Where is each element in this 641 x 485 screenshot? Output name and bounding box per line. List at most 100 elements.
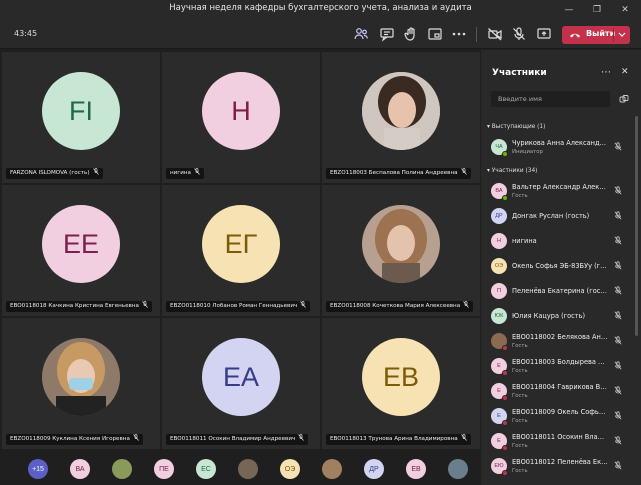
participant-name: Пеленёва Екатерина (гость) [512, 287, 608, 295]
panel-more-icon[interactable]: ⋯ [601, 67, 611, 78]
avatar-photo[interactable] [112, 459, 132, 479]
chat-icon[interactable] [379, 26, 395, 42]
participant-name: EBO0118012 Пеленёва Екат... [512, 458, 608, 466]
search-input[interactable] [491, 91, 610, 107]
participant-name-tag: EBO0118011 Осокин Владимир Андреевич [166, 434, 309, 445]
avatar: П [491, 283, 507, 299]
participant-row[interactable]: Е EBO0118004 Гаврикова Вале... Гость [481, 380, 641, 404]
avatar: ДР [491, 208, 507, 224]
mic-off-icon [614, 386, 622, 395]
participants-header: Участники (34) [491, 168, 538, 174]
avatar[interactable]: ДР [364, 459, 384, 479]
participant-row[interactable]: Н нигина [481, 230, 641, 254]
participant-tile[interactable]: ЕВ EBO0118013 Трунова Арина Владимировна [322, 318, 480, 449]
meeting-timer: 43:45 [14, 29, 38, 38]
participant-row[interactable]: ЕЮ EBO0118012 Пеленёва Екат... Гость [481, 455, 641, 479]
avatar[interactable]: ЕВ [406, 459, 426, 479]
status-dot [502, 345, 508, 351]
more-icon[interactable] [451, 26, 467, 42]
chevron-down-icon[interactable] [618, 32, 626, 38]
participant-tile[interactable]: ЕГ EBZO0118010 Лобанов Роман Геннадьевич [162, 185, 320, 316]
phone-icon [570, 33, 580, 38]
mic-off-icon [614, 336, 622, 345]
mic-off-small-icon [298, 434, 305, 441]
avatar-photo[interactable] [448, 459, 468, 479]
participant-row[interactable]: Е EBO0118003 Болдырева Али... Гость [481, 355, 641, 379]
participant-name: EBO0118003 Болдырева Али... [512, 358, 608, 366]
people-icon[interactable] [353, 26, 369, 42]
participant-role: Инициатор [512, 149, 543, 155]
participant-name: Донгак Руслан (гость) [512, 212, 590, 220]
mic-off-icon [614, 411, 622, 420]
participant-role: Гость [512, 368, 528, 374]
participant-row[interactable]: ОЭ Окель Софья ЭБ-83БУу (гость) [481, 255, 641, 279]
participant-tile[interactable]: ЕЕ EBO0118018 Качкина Кристина Евгеньевн… [2, 185, 160, 316]
video-grid: FI FARZONA ISLOMOVA (гость) Н нигина EBZ… [0, 50, 480, 450]
participant-name: EBO0118011 Осокин Владим... [512, 433, 608, 441]
participant-name: нигина [170, 170, 191, 176]
status-dot [502, 470, 508, 476]
camera-off-icon[interactable] [487, 26, 503, 42]
participant-name: Юлия Кацура (гость) [512, 312, 586, 320]
status-dot [502, 151, 508, 157]
mic-off-icon [614, 236, 622, 245]
participant-name: FARZONA ISLOMOVA (гость) [10, 170, 90, 176]
participant-tile[interactable]: EBZO0118009 Куклина Ксения Игоревна [2, 318, 160, 449]
participant-role: Гость [512, 468, 528, 474]
avatar-photo[interactable] [322, 459, 342, 479]
participant-name-tag: EBZO0118010 Лобанов Роман Геннадьевич [166, 301, 311, 312]
avatar[interactable]: ВА [70, 459, 90, 479]
mic-off-small-icon [460, 168, 467, 175]
leave-button[interactable]: Выйти [562, 26, 630, 44]
avatar-photo[interactable] [238, 459, 258, 479]
participant-row[interactable]: ДР Донгак Руслан (гость) [481, 205, 641, 229]
overflow-count-button[interactable]: +15 [28, 459, 48, 479]
mic-off-icon [614, 286, 622, 295]
participant-tile[interactable]: EBZO0118008 Кочеткова Мария Алексеевна [322, 185, 480, 316]
participant-tile[interactable]: ЕА EBO0118011 Осокин Владимир Андреевич [162, 318, 320, 449]
participant-row[interactable]: Е EBO0118009 Окель Софья А... Гость [481, 405, 641, 429]
avatar[interactable]: ЕС [196, 459, 216, 479]
avatar: Н [491, 233, 507, 249]
participant-name-tag: нигина [166, 168, 204, 179]
participant-tile[interactable]: EBZO118003 Беспалова Полина Андреевна [322, 52, 480, 183]
participant-tile[interactable]: FI FARZONA ISLOMOVA (гость) [2, 52, 160, 183]
participants-section-header[interactable]: ▾ Участники (34) [487, 168, 537, 174]
participant-name-tag: EBO0118013 Трунова Арина Владимировна [326, 434, 471, 445]
participant-row[interactable]: Е EBO0118011 Осокин Владим... Гость [481, 430, 641, 454]
copy-link-icon[interactable] [619, 94, 629, 104]
mic-off-icon [614, 211, 622, 220]
mic-off-icon[interactable] [511, 26, 527, 42]
participant-tile[interactable]: Н нигина [162, 52, 320, 183]
maximize-button[interactable]: ❐ [583, 0, 611, 20]
status-dot [502, 420, 508, 426]
status-dot [502, 395, 508, 401]
participant-row[interactable]: ЧА Чурикова Анна Александро... Инициатор [481, 136, 641, 160]
avatar[interactable]: ПЕ [154, 459, 174, 479]
close-icon[interactable]: ✕ [621, 67, 629, 77]
panel-scrollbar[interactable] [635, 116, 638, 336]
participant-row[interactable]: ВА Вальтер Александр Алексан... Гость [481, 180, 641, 204]
presenters-section-header[interactable]: ▾ Выступающие (1) [487, 124, 545, 130]
raise-hand-icon[interactable] [403, 26, 419, 42]
participant-row[interactable]: П Пеленёва Екатерина (гость) [481, 280, 641, 304]
participant-row[interactable]: ЮК Юлия Кацура (гость) [481, 305, 641, 329]
participant-name: EBZO0118010 Лобанов Роман Геннадьевич [170, 303, 298, 309]
share-screen-icon[interactable] [536, 26, 552, 42]
close-button[interactable]: ✕ [611, 0, 639, 20]
mic-off-small-icon [194, 168, 200, 175]
share-tray-icon[interactable] [427, 26, 443, 42]
mic-off-icon [614, 361, 622, 370]
mic-off-icon [614, 436, 622, 445]
minimize-button[interactable]: — [555, 0, 583, 20]
participant-name: EBO0118018 Качкина Кристина Евгеньевна [10, 303, 139, 309]
participant-name: Окель Софья ЭБ-83БУу (гость) [512, 262, 608, 270]
participant-name: EBO0118009 Окель Софья А... [512, 408, 608, 416]
status-dot [502, 445, 508, 451]
participant-name-tag: EBO0118018 Качкина Кристина Евгеньевна [6, 301, 152, 312]
participants-panel: Участники ⋯ ✕ ▾ Выступающие (1) ЧА Чурик… [481, 50, 641, 485]
mic-off-small-icon [463, 301, 469, 308]
participant-row[interactable]: EBO0118002 Белякова Ангел... Гость [481, 330, 641, 354]
avatar[interactable]: ОЭ [280, 459, 300, 479]
overflow-participants-bar: +15 ВА ПЕ ЕС ОЭ ДР ЕВ [0, 451, 480, 485]
